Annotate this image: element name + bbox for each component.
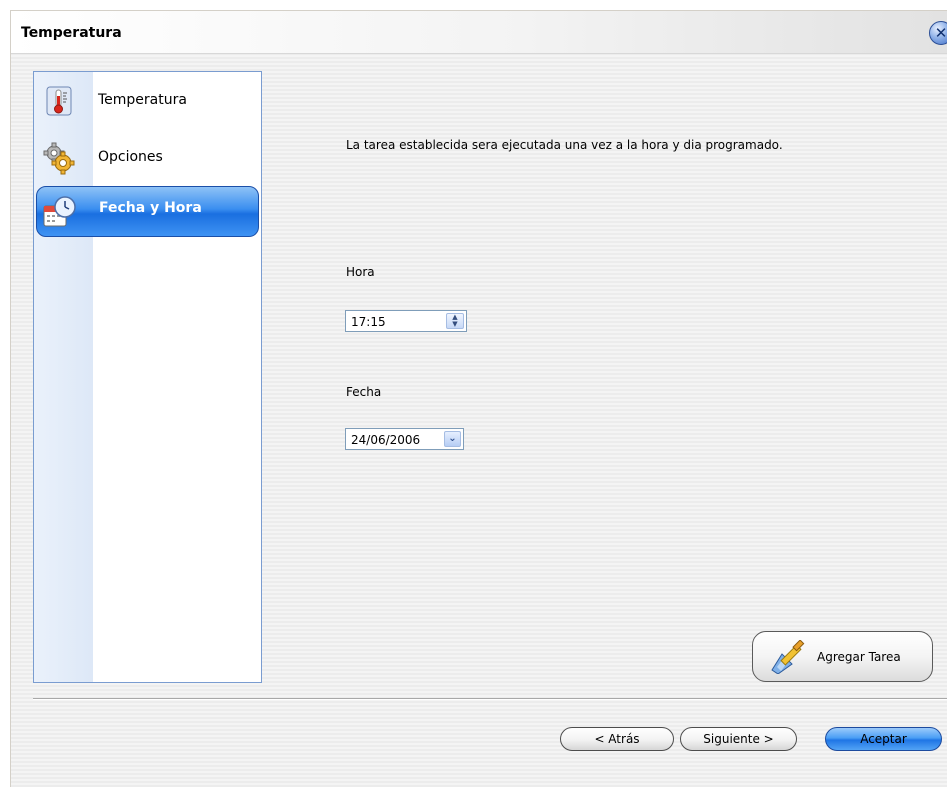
accept-button[interactable]: Aceptar	[825, 727, 942, 751]
sidebar-item-label: Opciones	[98, 149, 163, 165]
spin-down-icon[interactable]: ▼	[447, 321, 463, 328]
hora-label: Hora	[346, 265, 375, 279]
hora-value: 17:15	[351, 315, 386, 329]
back-button[interactable]: < Atrás	[560, 727, 674, 751]
close-button[interactable]: ✕	[929, 21, 947, 45]
next-button[interactable]: Siguiente >	[680, 727, 797, 751]
gears-icon	[43, 142, 75, 175]
sidebar-item-fecha-y-hora[interactable]: Fecha y Hora	[36, 186, 259, 237]
sidebar-item-label: Temperatura	[98, 92, 187, 108]
footer-separator	[33, 698, 947, 700]
hora-time-picker[interactable]: 17:15 ▲ ▼	[345, 310, 467, 332]
sidebar-item-label: Fecha y Hora	[99, 200, 202, 216]
title-bar: Temperatura ✕	[11, 11, 947, 54]
sidebar: Temperatura Opciones Fecha y Hora	[33, 71, 262, 683]
fecha-date-picker[interactable]: 24/06/2006 ⌄	[345, 428, 464, 450]
thermometer-icon	[46, 86, 72, 116]
dialog-window: Temperatura ✕ Temperatura Opciones Fecha…	[10, 10, 947, 787]
fecha-label: Fecha	[346, 385, 382, 399]
window-title: Temperatura	[21, 25, 122, 41]
agregar-tarea-button[interactable]: Agregar Tarea	[752, 631, 933, 682]
close-icon: ✕	[934, 24, 947, 42]
brush-icon	[771, 640, 805, 674]
sidebar-item-opciones[interactable]: Opciones	[36, 135, 259, 181]
hora-spinner[interactable]: ▲ ▼	[446, 313, 464, 329]
sidebar-item-temperatura[interactable]: Temperatura	[36, 78, 259, 124]
calendar-clock-icon	[43, 196, 76, 227]
task-description: La tarea establecida sera ejecutada una …	[346, 138, 783, 152]
chevron-down-icon[interactable]: ⌄	[444, 431, 461, 447]
fecha-value: 24/06/2006	[351, 433, 421, 447]
agregar-tarea-label: Agregar Tarea	[817, 650, 901, 664]
